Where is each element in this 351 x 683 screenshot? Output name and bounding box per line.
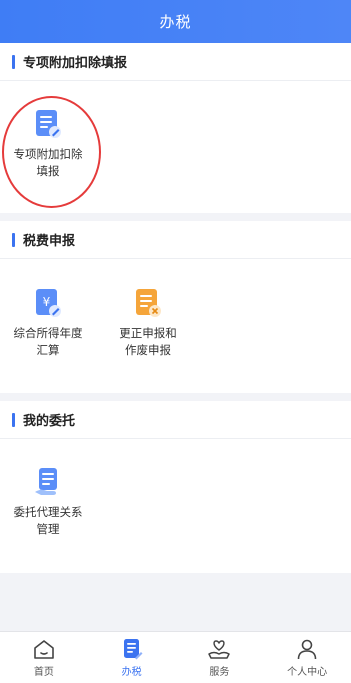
highlight-circle-annotation <box>2 96 101 208</box>
section-title: 专项附加扣除填报 <box>23 56 128 71</box>
person-icon <box>297 639 317 660</box>
section-header: 专项附加扣除填报 <box>0 43 351 81</box>
section-title: 税费申报 <box>23 234 76 249</box>
tab-label: 服务 <box>209 667 230 678</box>
heart-hand-icon <box>208 640 231 659</box>
tile-label: 更正申报和 作废申报 <box>119 326 177 357</box>
tax-doc-icon <box>123 639 143 660</box>
tile-label: 委托代理关系 管理 <box>13 505 83 536</box>
top-nav-bar: 办税 <box>0 0 351 43</box>
home-icon <box>34 640 54 659</box>
tab-profile[interactable]: 个人中心 <box>263 632 351 683</box>
section-title: 我的委托 <box>23 414 76 429</box>
doc-cancel-icon <box>136 289 161 317</box>
section-header: 我的委托 <box>0 401 351 439</box>
yuan-doc-icon: ¥ <box>36 289 61 317</box>
tab-label: 个人中心 <box>287 667 328 678</box>
bottom-tab-bar: 首页 办税 服务 个人中心 <box>0 631 351 683</box>
doc-hand-icon <box>35 468 57 495</box>
section-marker <box>12 232 15 247</box>
tab-label: 办税 <box>121 667 142 678</box>
tab-services[interactable]: 服务 <box>176 632 264 683</box>
svg-text:¥: ¥ <box>43 295 51 309</box>
tile-delegation-management[interactable]: 委托代理关系 管理 <box>0 466 96 538</box>
section-header: 税费申报 <box>0 221 351 259</box>
section-marker <box>12 54 15 69</box>
tab-label: 首页 <box>33 667 54 678</box>
tab-home[interactable]: 首页 <box>0 632 88 683</box>
tile-correct-void-filing[interactable]: 更正申报和 作废申报 <box>100 287 196 359</box>
section-marker <box>12 412 15 427</box>
tile-annual-settlement[interactable]: ¥ 综合所得年度 汇算 <box>0 287 96 359</box>
tab-tax[interactable]: 办税 <box>88 632 176 683</box>
tile-label: 综合所得年度 汇算 <box>13 326 83 357</box>
page-title: 办税 <box>159 13 192 31</box>
